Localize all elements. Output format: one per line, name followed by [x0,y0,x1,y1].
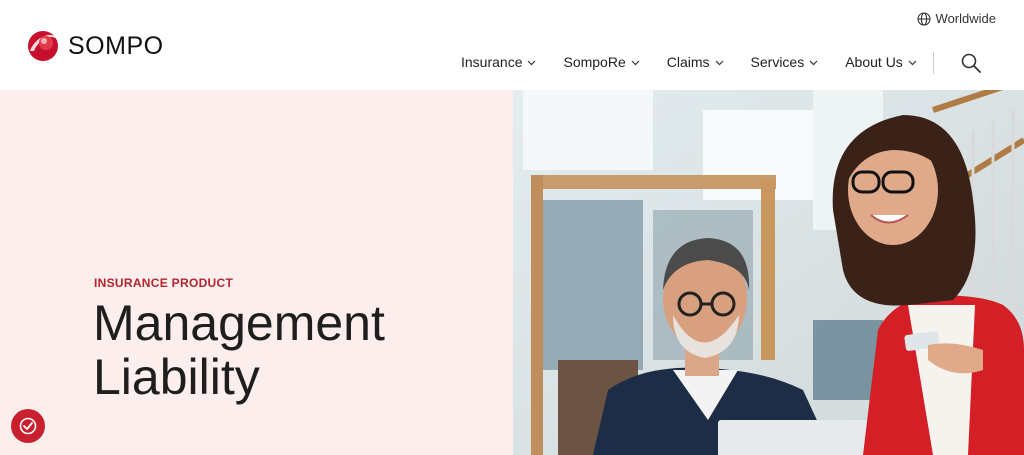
chevron-down-icon [908,60,917,65]
cookie-settings-icon [19,417,37,435]
hero-eyebrow: INSURANCE PRODUCT [94,276,234,290]
nav-item-about-us[interactable]: About Us [845,54,917,70]
nav-item-services[interactable]: Services [751,54,819,70]
hero-image [513,90,1024,455]
nav-item-label: SompoRe [563,54,626,70]
chevron-down-icon [631,60,640,65]
globe-icon [916,11,931,26]
main-nav: Insurance SompoRe Claims Services About … [461,54,917,70]
nav-divider [933,52,934,74]
cookie-settings-button[interactable] [11,409,45,443]
worldwide-label: Worldwide [935,11,996,26]
sompo-logo-mark-icon [28,31,58,61]
nav-item-label: Insurance [461,54,523,70]
chevron-down-icon [809,60,818,65]
office-photo-illustration [513,90,1024,455]
nav-item-claims[interactable]: Claims [667,54,724,70]
sompo-logo[interactable]: SOMPO [26,29,164,63]
worldwide-link[interactable]: Worldwide [916,11,996,26]
nav-item-label: Claims [666,54,710,70]
title-line-1: Management [93,295,385,351]
nav-item-label: Services [750,54,805,70]
nav-item-sompore[interactable]: SompoRe [563,54,640,70]
search-icon[interactable] [960,52,982,74]
nav-item-label: About Us [845,54,903,70]
page-title: Management Liability [93,296,493,404]
title-line-2: Liability [93,349,260,405]
nav-item-insurance[interactable]: Insurance [461,54,536,70]
site-header: SOMPO Worldwide Insurance SompoRe Claims… [0,0,1024,90]
chevron-down-icon [715,60,723,65]
brand-name: SOMPO [68,31,164,60]
chevron-down-icon [528,60,536,65]
